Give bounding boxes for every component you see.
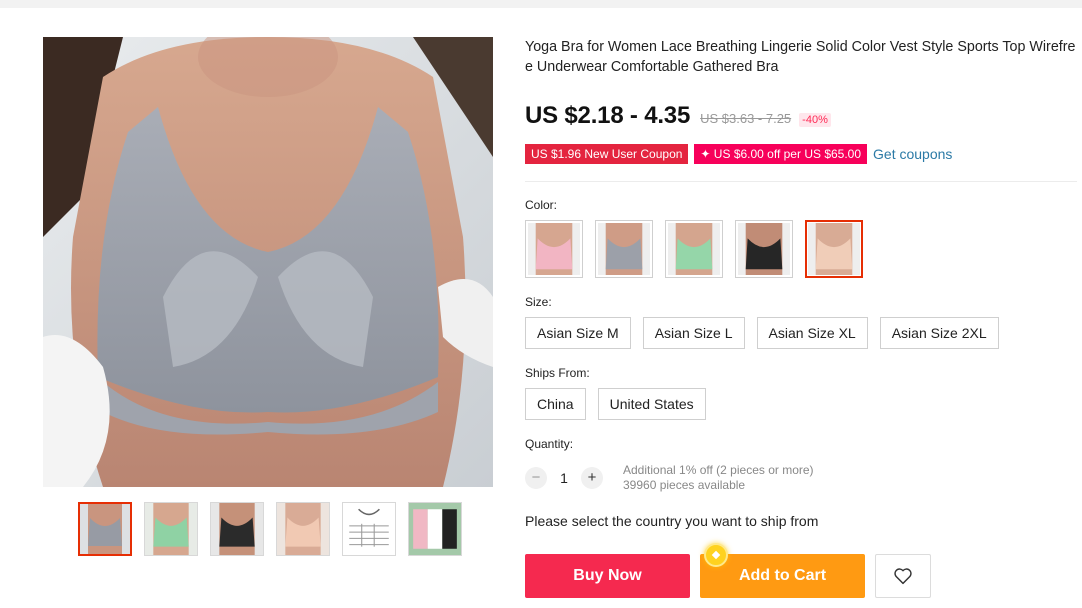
color-swatches bbox=[525, 220, 863, 278]
quantity-increase-button[interactable]: + bbox=[581, 467, 603, 489]
quantity-label: Quantity: bbox=[525, 437, 574, 451]
thumbnail-strip bbox=[78, 502, 462, 556]
size-option-m[interactable]: Asian Size M bbox=[525, 317, 631, 349]
ships-from-united-states[interactable]: United States bbox=[597, 388, 706, 420]
price-row: US $2.18 - 4.35 US $3.63 - 7.25 -40% bbox=[525, 102, 831, 130]
coin-icon bbox=[704, 543, 728, 567]
quantity-stepper: − 1 + Additional 1% off (2 pieces or mor… bbox=[525, 463, 814, 493]
size-option-2xl[interactable]: Asian Size 2XL bbox=[879, 317, 999, 349]
size-option-xl[interactable]: Asian Size XL bbox=[756, 317, 868, 349]
color-label: Color: bbox=[525, 198, 558, 212]
ships-from-china[interactable]: China bbox=[525, 388, 586, 420]
discount-badge: -40% bbox=[799, 113, 831, 127]
quantity-decrease-button[interactable]: − bbox=[525, 467, 547, 489]
thumbnail-size-chart[interactable] bbox=[342, 502, 396, 556]
thumbnail-multi-color[interactable] bbox=[408, 502, 462, 556]
color-swatch-nude[interactable] bbox=[805, 220, 863, 278]
coupon-row: US $1.96 New User Coupon ✦ US $6.00 off … bbox=[525, 144, 952, 164]
thumbnail-black[interactable] bbox=[210, 502, 264, 556]
thumbnail-gray[interactable] bbox=[78, 502, 132, 556]
stock-available-text: 39960 pieces available bbox=[623, 478, 746, 492]
new-user-coupon[interactable]: US $1.96 New User Coupon bbox=[525, 144, 689, 164]
original-price: US $3.63 - 7.25 bbox=[700, 111, 792, 126]
main-product-image[interactable] bbox=[43, 37, 493, 487]
color-swatch-pink[interactable] bbox=[525, 220, 583, 278]
thumbnail-nude[interactable] bbox=[276, 502, 330, 556]
ships-from-options: China United States bbox=[525, 388, 706, 420]
divider bbox=[525, 181, 1077, 182]
ship-country-note: Please select the country you want to sh… bbox=[525, 513, 819, 529]
get-coupons-link[interactable]: Get coupons bbox=[873, 146, 952, 162]
product-title: Yoga Bra for Women Lace Breathing Linger… bbox=[525, 39, 1076, 75]
ships-from-label: Ships From: bbox=[525, 366, 590, 380]
quantity-info: Additional 1% off (2 pieces or more) 399… bbox=[623, 463, 814, 493]
bulk-discount-text: Additional 1% off (2 pieces or more) bbox=[623, 463, 814, 477]
size-options: Asian Size M Asian Size L Asian Size XL … bbox=[525, 317, 999, 349]
color-swatch-gray[interactable] bbox=[595, 220, 653, 278]
color-swatch-green[interactable] bbox=[665, 220, 723, 278]
top-bar bbox=[0, 0, 1082, 8]
size-option-l[interactable]: Asian Size L bbox=[642, 317, 745, 349]
quantity-value[interactable]: 1 bbox=[547, 470, 581, 486]
wishlist-button[interactable] bbox=[875, 554, 931, 598]
size-label: Size: bbox=[525, 295, 552, 309]
thumbnail-green[interactable] bbox=[144, 502, 198, 556]
store-coupon[interactable]: ✦ US $6.00 off per US $65.00 bbox=[694, 144, 868, 164]
buy-now-button[interactable]: Buy Now bbox=[525, 554, 690, 598]
heart-icon bbox=[894, 568, 912, 585]
color-swatch-black[interactable] bbox=[735, 220, 793, 278]
current-price: US $2.18 - 4.35 bbox=[525, 102, 691, 129]
